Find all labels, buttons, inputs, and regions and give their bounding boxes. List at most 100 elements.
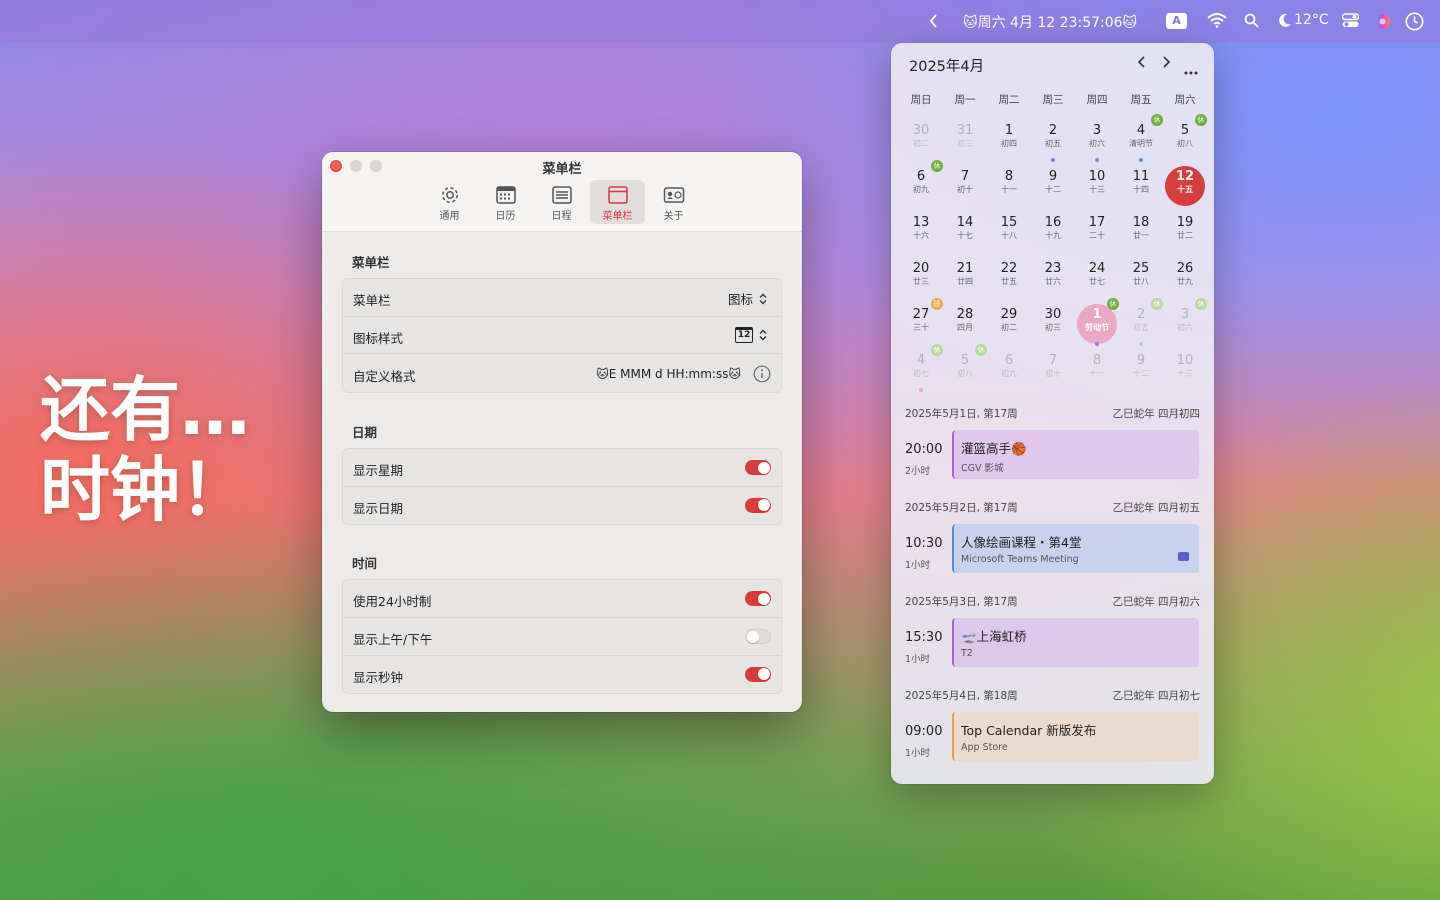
input-method-icon[interactable]: A <box>1166 13 1187 29</box>
calendar-day[interactable]: 10 十三 <box>1077 166 1117 206</box>
calendar-day[interactable]: 23 廿六 <box>1033 258 1073 298</box>
calendar-day[interactable]: 17 二十 <box>1077 212 1117 252</box>
day-number: 17 <box>1088 215 1106 230</box>
event-card[interactable]: 人像绘画课程・第4堂 Microsoft Teams Meeting <box>952 524 1199 573</box>
next-month-button[interactable] <box>1161 55 1171 73</box>
tab-label: 日程 <box>551 211 572 222</box>
calendar-day[interactable]: 13 十六 <box>901 212 941 252</box>
tab-calendar[interactable]: 日历 <box>478 180 533 224</box>
wifi-icon[interactable] <box>1207 12 1227 28</box>
calendar-day[interactable]: 15 十八 <box>989 212 1029 252</box>
day-number: 7 <box>1048 353 1058 368</box>
ellipsis-icon <box>1184 71 1198 75</box>
clock-icon[interactable] <box>1405 12 1424 31</box>
calendar-day[interactable]: 22 廿五 <box>989 258 1029 298</box>
search-icon[interactable] <box>1244 13 1259 28</box>
weather-temperature[interactable]: 12°C <box>1294 12 1329 28</box>
calendar-day[interactable]: 9 十二 <box>1121 350 1161 390</box>
calendar-day[interactable]: 2 初五 <box>1033 120 1073 162</box>
use-24h-toggle[interactable] <box>745 591 771 606</box>
calendar-day[interactable]: 30 初二 <box>901 120 941 160</box>
calendar-day[interactable]: 27 三十 班 <box>901 298 943 344</box>
lunar-label: 廿三 <box>913 277 929 286</box>
calendar-day[interactable]: 9 十二 <box>1033 166 1073 206</box>
icon-style-select[interactable]: 12 <box>735 326 767 343</box>
calendar-day[interactable]: 14 十七 <box>945 212 985 252</box>
more-button[interactable] <box>1184 61 1198 79</box>
calendar-day[interactable]: 28 四月 <box>945 304 985 344</box>
calendar-day[interactable]: 20 廿三 <box>901 258 941 298</box>
calendar-day[interactable]: 26 廿九 <box>1165 258 1205 298</box>
calendar-day[interactable]: 1 劳动节 休 <box>1077 298 1119 346</box>
calendar-day[interactable]: 6 初九 休 <box>901 160 943 206</box>
calendar-day[interactable]: 7 初十 <box>1033 350 1073 390</box>
calendar-day[interactable]: 31 初三 <box>945 120 985 160</box>
prev-month-button[interactable] <box>1137 55 1147 73</box>
calendar-day[interactable]: 4 初七 休 <box>901 344 943 392</box>
custom-format-field[interactable]: 🐱E MMM d HH:mm:ss🐱 <box>596 365 771 383</box>
event-card[interactable]: 🛫上海虹桥 T2 <box>952 618 1199 667</box>
event-dot <box>1139 342 1143 346</box>
event-dot <box>1139 158 1143 162</box>
calendar-day[interactable]: 2 初五 休 <box>1121 298 1163 346</box>
lunar-label: 初八 <box>1177 139 1193 148</box>
calendar-day[interactable]: 18 廿一 <box>1121 212 1161 252</box>
calendar-day[interactable]: 11 十四 <box>1121 166 1161 206</box>
info-icon[interactable] <box>753 365 771 383</box>
calendar-day[interactable]: 1 初四 <box>989 120 1029 160</box>
menubar-clock[interactable]: 🐱周六 4月 12 23:57:06🐱 <box>963 12 1137 32</box>
lunar-label: 初七 <box>913 369 929 378</box>
calendar-day-today[interactable]: 12 十五 <box>1165 166 1205 206</box>
calendar-day[interactable]: 5 初八 休 <box>1165 114 1207 160</box>
calendar-day[interactable]: 21 廿四 <box>945 258 985 298</box>
format-value: 🐱E MMM d HH:mm:ss🐱 <box>596 367 741 381</box>
calendar-day[interactable]: 5 初八 休 <box>945 344 987 390</box>
tab-general[interactable]: 通用 <box>422 180 477 224</box>
menubar-display-select[interactable]: 图标 <box>728 289 767 308</box>
calendar-day[interactable]: 29 初二 <box>989 304 1029 344</box>
agenda-date-header: 2025年5月2日, 第17周 乙巳蛇年 四月初五 <box>905 500 1200 515</box>
day-number: 4 <box>1136 123 1146 138</box>
day-number: 9 <box>1136 353 1146 368</box>
calendar-day[interactable]: 7 初十 <box>945 166 985 206</box>
calendar-day[interactable]: 24 廿七 <box>1077 258 1117 298</box>
calendar-day[interactable]: 4 清明节 休 <box>1121 114 1163 162</box>
show-ampm-toggle[interactable] <box>745 628 771 644</box>
lunar-label: 初三 <box>957 139 973 148</box>
tab-schedule[interactable]: 日程 <box>534 180 589 224</box>
tab-menubar[interactable]: 菜单栏 <box>590 180 645 224</box>
lunar-label: 十一 <box>1089 369 1105 378</box>
event-card[interactable]: 灌篮高手🏀 CGV 影城 <box>952 430 1199 479</box>
row-label: 自定义格式 <box>353 369 416 384</box>
select-value: 图标 <box>727 292 753 307</box>
calendar-day[interactable]: 19 廿二 <box>1165 212 1205 252</box>
calendar-day[interactable]: 3 初六 <box>1077 120 1117 162</box>
control-center-icon[interactable] <box>1342 13 1359 28</box>
event-card[interactable]: Top Calendar 新版发布 App Store <box>952 712 1199 761</box>
show-seconds-toggle[interactable] <box>745 666 771 682</box>
show-weekday-toggle[interactable] <box>745 460 771 475</box>
chevron-left-icon[interactable] <box>929 12 939 30</box>
calendar-day[interactable]: 3 初六 休 <box>1165 298 1207 344</box>
calendar-day[interactable]: 6 初九 <box>989 350 1029 390</box>
calendar-day[interactable]: 8 十一 <box>1077 350 1117 390</box>
calendar-day[interactable]: 25 廿八 <box>1121 258 1161 298</box>
calendar-icon <box>495 186 516 204</box>
day-number: 10 <box>1088 169 1106 184</box>
lunar-label: 初八 <box>957 369 973 378</box>
calendar-day[interactable]: 10 十三 <box>1165 350 1205 390</box>
gear-icon <box>441 187 458 203</box>
lunar-label: 廿七 <box>1089 277 1105 286</box>
lunar-label: 十四 <box>1133 185 1149 194</box>
calendar-day[interactable]: 30 初三 <box>1033 304 1073 344</box>
tab-about[interactable]: 关于 <box>646 180 701 224</box>
row-label: 显示星期 <box>353 463 404 478</box>
day-number: 14 <box>956 215 974 230</box>
event-dot <box>1095 342 1099 346</box>
calendar-day[interactable]: 16 十九 <box>1033 212 1073 252</box>
row-label: 使用24小时制 <box>353 594 432 609</box>
row-label: 显示上午/下午 <box>353 631 433 647</box>
show-date-toggle[interactable] <box>745 497 771 513</box>
calendar-day[interactable]: 8 十一 <box>989 166 1029 206</box>
siri-icon[interactable] <box>1374 13 1391 30</box>
